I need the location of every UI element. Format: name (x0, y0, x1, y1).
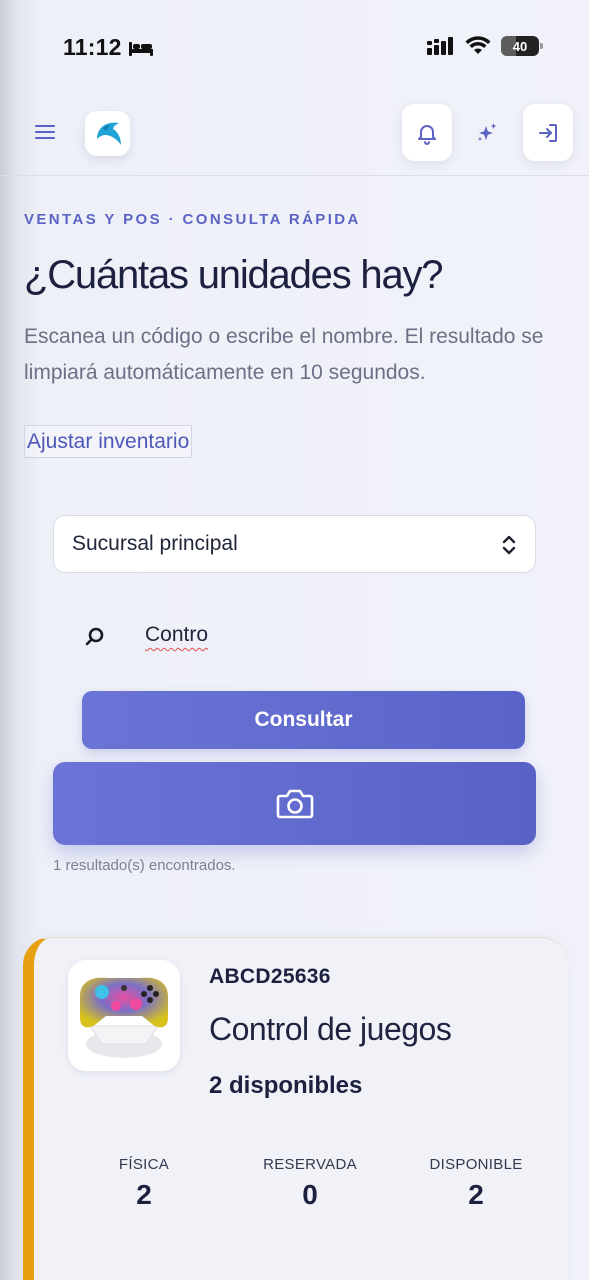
branch-select-value: Sucursal principal (72, 532, 238, 555)
search-field[interactable]: Contro (53, 605, 536, 671)
sleep-bed-icon (128, 41, 153, 56)
consult-button[interactable]: Consultar (82, 691, 525, 749)
stat-value: 2 (468, 1179, 484, 1210)
sparkles-icon (478, 122, 497, 141)
hamburger-menu-icon (35, 125, 55, 139)
stat-label: RESERVADA (263, 1156, 357, 1173)
login-button[interactable] (523, 104, 573, 161)
product-sku: ABCD25636 (209, 965, 331, 988)
app-logo[interactable] (85, 111, 130, 156)
search-icon (85, 627, 104, 646)
status-right: 40 (427, 36, 543, 56)
bell-icon (418, 124, 436, 145)
status-bar: 11:12 40 (0, 0, 589, 95)
menu-button[interactable] (30, 117, 60, 147)
stat-available: DISPONIBLE 2 (406, 1156, 546, 1211)
sign-in-icon (539, 123, 557, 142)
search-input[interactable]: Contro (145, 623, 208, 647)
stat-value: 2 (136, 1179, 152, 1210)
branch-select[interactable]: Sucursal principal (53, 515, 536, 573)
ai-assistant-button[interactable] (462, 104, 512, 161)
product-image (68, 960, 180, 1071)
product-name: Control de juegos (209, 1011, 452, 1047)
stat-physical: FÍSICA 2 (74, 1156, 214, 1211)
scan-camera-button[interactable] (53, 762, 536, 845)
status-time-group: 11:12 (63, 34, 154, 61)
app-topbar (0, 95, 589, 176)
battery-icon: 40 (501, 36, 543, 56)
result-count: 1 resultado(s) encontrados. (53, 857, 236, 874)
wifi-icon (465, 36, 491, 54)
page-description: Escanea un código o escribe el nombre. E… (24, 325, 544, 384)
status-time: 11:12 (63, 34, 122, 60)
game-controller-image (80, 977, 168, 1058)
product-result-card[interactable]: ABCD25636 Control de juegos 2 disponible… (23, 937, 568, 1280)
page-title: ¿Cuántas unidades hay? (24, 253, 444, 297)
chevron-updown-icon (502, 535, 516, 555)
stat-label: FÍSICA (118, 1156, 170, 1173)
camera-icon (276, 789, 313, 818)
cellular-signal-icon (427, 37, 453, 55)
section-eyebrow: VENTAS Y POS · CONSULTA RÁPIDA (24, 211, 361, 228)
dolphin-logo-icon (96, 122, 121, 145)
stat-value: 0 (302, 1179, 318, 1210)
product-available: 2 disponibles (209, 1072, 363, 1099)
battery-level: 40 (512, 38, 528, 54)
stat-label: DISPONIBLE (429, 1156, 523, 1173)
stat-reserved: RESERVADA 0 (240, 1156, 380, 1211)
adjust-inventory-link[interactable]: Ajustar inventario (24, 425, 193, 458)
notifications-button[interactable] (402, 104, 452, 161)
